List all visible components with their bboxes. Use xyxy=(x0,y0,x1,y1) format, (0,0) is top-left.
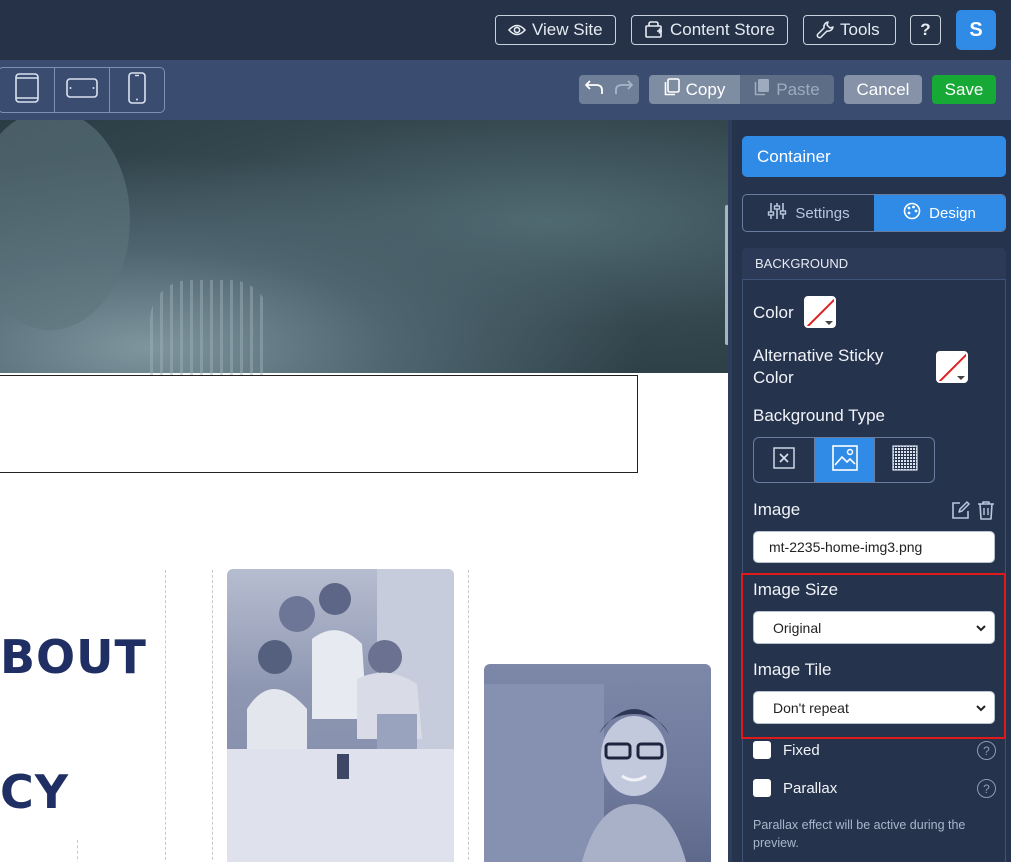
column-divider xyxy=(165,570,166,862)
fixed-help-glyph: ? xyxy=(983,743,990,758)
tab-design[interactable]: Design xyxy=(874,195,1005,231)
bg-type-image[interactable] xyxy=(814,438,874,482)
image-filename-value: mt-2235-home-img3.png xyxy=(769,539,923,555)
parallax-help-glyph: ? xyxy=(983,781,990,796)
panel-title-label: Container xyxy=(757,146,831,166)
image-tile-value: Don't repeat xyxy=(773,699,849,716)
parallax-note: Parallax effect will be active during th… xyxy=(753,818,966,850)
background-type-label: Background Type xyxy=(753,406,885,425)
portrait-illustration xyxy=(484,684,687,862)
column-divider xyxy=(77,840,78,862)
user-avatar[interactable]: S xyxy=(956,10,996,50)
portrait-photo[interactable] xyxy=(484,664,711,862)
content-store-label: Content Store xyxy=(670,20,775,39)
parallax-checkbox[interactable] xyxy=(753,779,771,797)
eye-icon xyxy=(508,23,526,37)
hero-figure xyxy=(0,120,130,330)
avatar-initial: S xyxy=(969,18,983,41)
copy-label: Copy xyxy=(685,79,726,99)
color-label: Color xyxy=(753,303,794,322)
parallax-help-icon[interactable]: ? xyxy=(977,779,996,798)
device-tablet-landscape[interactable] xyxy=(54,68,109,112)
hero-image[interactable] xyxy=(0,120,728,375)
bg-type-none[interactable] xyxy=(754,438,814,482)
image-icon xyxy=(831,444,858,476)
chevron-down-icon xyxy=(975,621,987,637)
copy-icon xyxy=(664,78,680,101)
copy-button[interactable]: Copy xyxy=(649,75,740,104)
cancel-label: Cancel xyxy=(856,79,910,99)
image-size-select[interactable]: Original xyxy=(753,611,995,644)
sliders-icon xyxy=(767,202,787,224)
tablet-landscape-icon xyxy=(66,77,98,104)
fixed-help-icon[interactable]: ? xyxy=(977,741,996,760)
background-section-header[interactable]: BACKGROUND xyxy=(742,248,1006,280)
device-tablet[interactable] xyxy=(0,68,54,112)
device-switcher xyxy=(0,67,165,113)
help-label: ? xyxy=(920,20,931,39)
image-size-value: Original xyxy=(773,619,822,636)
column-divider xyxy=(468,570,469,862)
tools-label: Tools xyxy=(840,20,880,39)
image-tile-label: Image Tile xyxy=(753,660,832,679)
trash-icon[interactable] xyxy=(977,500,995,525)
device-mobile[interactable] xyxy=(109,68,164,112)
wrench-icon xyxy=(816,21,834,39)
color-swatch[interactable] xyxy=(804,296,836,328)
help-button[interactable]: ? xyxy=(910,15,941,45)
tools-button[interactable]: Tools xyxy=(803,15,896,45)
section-heading-line2: CY xyxy=(0,765,70,819)
fixed-label: Fixed xyxy=(783,742,820,759)
redo-icon xyxy=(614,79,634,100)
gradient-icon xyxy=(891,444,918,476)
parallax-label: Parallax xyxy=(783,780,838,797)
save-button[interactable]: Save xyxy=(932,75,996,104)
store-icon xyxy=(644,21,664,39)
paste-button[interactable]: Paste xyxy=(740,75,834,104)
tablet-icon xyxy=(15,72,39,108)
palette-icon xyxy=(903,202,921,224)
selected-container[interactable] xyxy=(0,375,638,473)
tab-design-label: Design xyxy=(929,204,976,222)
hero-chair xyxy=(150,280,270,375)
undo-button[interactable] xyxy=(579,75,609,104)
content-store-button[interactable]: Content Store xyxy=(631,15,788,45)
paste-icon xyxy=(754,78,770,101)
mobile-icon xyxy=(127,71,147,109)
undo-redo-group xyxy=(579,75,639,104)
bg-type-gradient[interactable] xyxy=(874,438,934,482)
page-canvas[interactable]: BOUT CY xyxy=(0,120,728,862)
panel-tabs: Settings Design xyxy=(742,194,1006,232)
alt-sticky-color-label-1: Alternative Sticky xyxy=(753,346,884,365)
undo-icon xyxy=(584,79,604,100)
column-divider xyxy=(212,570,213,862)
tab-settings[interactable]: Settings xyxy=(743,195,874,231)
image-tile-select[interactable]: Don't repeat xyxy=(753,691,995,724)
background-type-selector xyxy=(753,437,935,483)
view-site-label: View Site xyxy=(532,20,603,39)
cancel-button[interactable]: Cancel xyxy=(844,75,922,104)
redo-button[interactable] xyxy=(609,75,639,104)
view-site-button[interactable]: View Site xyxy=(495,15,616,45)
image-filename-field[interactable]: mt-2235-home-img3.png xyxy=(753,531,995,563)
edit-icon[interactable] xyxy=(951,500,971,525)
section-title: BACKGROUND xyxy=(755,256,849,271)
save-label: Save xyxy=(944,79,984,99)
image-size-label: Image Size xyxy=(753,580,839,599)
team-photo[interactable] xyxy=(227,569,454,862)
team-photo-illustration xyxy=(227,569,454,862)
alt-sticky-color-swatch[interactable] xyxy=(936,351,968,383)
section-heading-line1: BOUT xyxy=(0,630,147,684)
paste-label: Paste xyxy=(776,79,820,99)
chevron-down-icon xyxy=(975,701,987,717)
panel-title: Container xyxy=(742,136,1006,177)
close-box-icon xyxy=(773,446,795,474)
tab-settings-label: Settings xyxy=(795,204,850,222)
fixed-checkbox[interactable] xyxy=(753,741,771,759)
image-label: Image xyxy=(753,500,801,519)
alt-sticky-color-label-2: Color xyxy=(753,368,794,387)
